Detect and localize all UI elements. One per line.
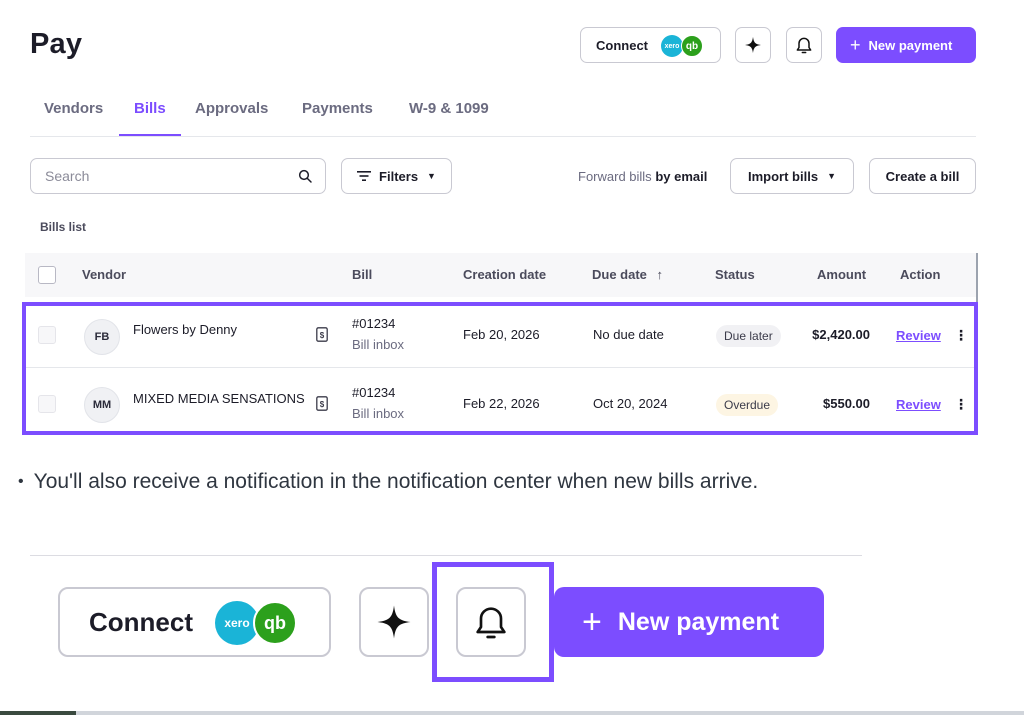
filters-button[interactable]: Filters ▼ (341, 158, 452, 194)
bill-source: Bill inbox (352, 337, 405, 352)
bill-number: #01234 (352, 385, 396, 400)
status-badge: Due later (716, 325, 781, 347)
sparkle-icon (377, 605, 411, 639)
review-link[interactable]: Review (896, 328, 941, 343)
sparkle-icon (744, 36, 762, 54)
due-date-label: Due date (592, 267, 647, 282)
search-field[interactable] (30, 158, 326, 194)
zoomed-ai-assistant-button[interactable] (359, 587, 429, 657)
table-header: Vendor Bill Creation date Due date ↑ Sta… (25, 253, 977, 297)
active-tab-indicator (119, 134, 181, 136)
svg-text:$: $ (320, 400, 325, 409)
vendor-name[interactable]: MIXED MEDIA SENSATIONS (133, 391, 305, 406)
due-date: No due date (593, 327, 664, 342)
svg-text:$: $ (320, 331, 325, 340)
tab-w9-1099[interactable]: W-9 & 1099 (409, 100, 489, 117)
xero-logo-icon: xero (661, 35, 683, 57)
vendor-avatar: FB (84, 319, 120, 355)
create-bill-label: Create a bill (885, 168, 960, 184)
search-icon[interactable] (297, 168, 313, 184)
tab-payments[interactable]: Payments (302, 100, 373, 117)
amount: $2,420.00 (812, 327, 870, 342)
row-checkbox[interactable] (38, 395, 56, 413)
notifications-button[interactable] (786, 27, 822, 63)
bottom-edge (0, 711, 1024, 715)
caret-down-icon: ▼ (827, 171, 836, 181)
zoomed-new-payment-button[interactable]: + New payment (554, 587, 824, 657)
new-payment-button[interactable]: + New payment (836, 27, 976, 63)
note-text: You'll also receive a notification in th… (33, 470, 759, 493)
caret-down-icon: ▼ (427, 171, 436, 181)
search-input[interactable] (45, 168, 275, 184)
creation-date: Feb 20, 2026 (463, 327, 540, 342)
import-bills-label: Import bills (748, 168, 819, 184)
filter-icon (357, 171, 372, 181)
vendor-avatar: MM (84, 387, 120, 423)
column-action: Action (900, 267, 941, 282)
table-row[interactable]: FB Flowers by Denny $ #01234 Bill inbox … (26, 306, 974, 368)
review-link[interactable]: Review (896, 397, 941, 412)
create-bill-button[interactable]: Create a bill (869, 158, 976, 194)
column-vendor[interactable]: Vendor (82, 267, 126, 282)
bullet: • (18, 473, 24, 490)
creation-date: Feb 22, 2026 (463, 396, 540, 411)
zoomed-connect-label: Connect (89, 606, 193, 637)
import-bills-button[interactable]: Import bills ▼ (730, 158, 854, 194)
forward-bills-text: Forward bills (578, 169, 652, 184)
bottom-edge-dark (0, 711, 76, 715)
bell-icon (796, 37, 812, 54)
divider (30, 555, 862, 556)
plus-icon: + (850, 35, 861, 55)
status-badge: Overdue (716, 394, 779, 416)
notification-highlight-frame (432, 562, 554, 682)
row-checkbox[interactable] (38, 326, 56, 344)
tab-bills[interactable]: Bills (134, 100, 166, 117)
page-title: Pay (30, 28, 83, 60)
column-due-date[interactable]: Due date ↑ (592, 267, 663, 282)
integration-logos: xero qb (661, 35, 705, 57)
bill-source: Bill inbox (352, 406, 405, 421)
column-bill[interactable]: Bill (352, 267, 372, 282)
table-row[interactable]: MM MIXED MEDIA SENSATIONS $ #01234 Bill … (26, 369, 974, 431)
tab-bar: Vendors Bills Approvals Payments W-9 & 1… (30, 90, 976, 137)
sort-up-icon[interactable]: ↑ (657, 267, 664, 282)
column-status[interactable]: Status (715, 267, 755, 282)
kebab-menu-icon[interactable]: ⋮ (954, 396, 968, 413)
kebab-menu-icon[interactable]: ⋮ (954, 327, 968, 344)
document-dollar-icon: $ (316, 327, 328, 342)
amount: $550.00 (823, 396, 870, 411)
notification-note: • You'll also receive a notification in t… (18, 470, 758, 494)
select-all-checkbox[interactable] (38, 266, 56, 284)
ai-assistant-button[interactable] (735, 27, 771, 63)
bill-number: #01234 (352, 316, 396, 331)
filters-label: Filters (379, 168, 419, 184)
forward-bills-bold-text: by email (655, 169, 708, 184)
tab-approvals[interactable]: Approvals (195, 100, 268, 117)
quickbooks-logo-icon: qb (253, 601, 297, 645)
column-amount[interactable]: Amount (817, 267, 866, 282)
connect-button[interactable]: Connect xero qb (580, 27, 721, 63)
column-creation-date[interactable]: Creation date (463, 267, 546, 282)
connect-label: Connect (596, 37, 648, 53)
tab-vendors[interactable]: Vendors (44, 100, 103, 117)
vendor-name[interactable]: Flowers by Denny (133, 322, 237, 337)
new-payment-label: New payment (868, 37, 953, 53)
highlighted-bill-rows: FB Flowers by Denny $ #01234 Bill inbox … (22, 302, 978, 435)
plus-icon: + (582, 603, 602, 641)
zoomed-integration-logos: xero qb (215, 601, 299, 645)
zoomed-connect-button[interactable]: Connect xero qb (58, 587, 331, 657)
zoomed-new-payment-label: New payment (617, 607, 780, 636)
quickbooks-logo-icon: qb (681, 35, 703, 57)
bills-list-heading: Bills list (40, 220, 87, 234)
forward-bills-by-email-link[interactable]: Forward bills by email (578, 169, 707, 184)
document-dollar-icon: $ (316, 396, 328, 411)
due-date: Oct 20, 2024 (593, 396, 668, 411)
